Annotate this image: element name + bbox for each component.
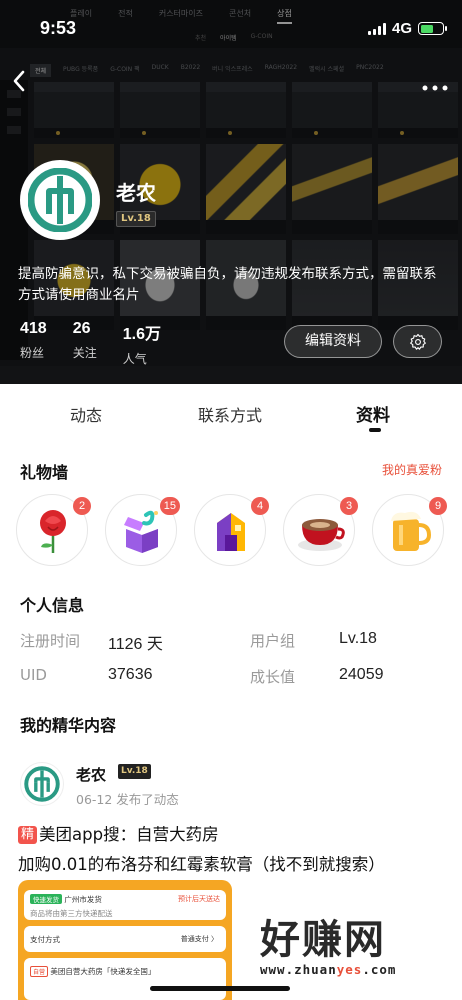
pay-label: 支付方式 [30, 935, 60, 944]
info-label: 成长值 [250, 668, 296, 686]
stat-value: 418 [20, 320, 47, 337]
ship-eta: 预计后天送达 [178, 895, 220, 903]
post-author-level: Lv.18 [118, 764, 151, 779]
post-line: 美团app搜：自营大药房 [39, 825, 219, 844]
gift-count-badge: 4 [251, 497, 269, 515]
active-tab-indicator [369, 428, 381, 432]
gift-item[interactable]: 2 [16, 494, 91, 566]
stat-fans[interactable]: 418 粉丝 [20, 320, 47, 367]
edit-profile-button[interactable]: 编辑资料 [284, 325, 382, 358]
watermark-brand: 好赚网 [260, 917, 386, 963]
battery-icon [418, 22, 447, 35]
bank-logo-icon [28, 168, 92, 232]
profile-header: 플레이 전적 커스터마이즈 콘선처 상점 추천 아이템 G-COIN 전체 PU… [0, 0, 462, 384]
post-content[interactable]: 精美团app搜：自营大药房 加购0.01的布洛芬和红霉素软膏（找不到就搜索） [18, 820, 458, 880]
store-tag: 自营 [30, 966, 49, 977]
profile-stats: 418 粉丝 26 关注 1.6万 人气 [20, 320, 161, 367]
level-badge: Lv.18 [116, 211, 156, 227]
info-label: 用户组 [250, 632, 296, 650]
gift-count-badge: 9 [429, 497, 447, 515]
true-fans-link[interactable]: 我的真爱粉 [382, 461, 442, 478]
game-footer-bar [0, 366, 462, 384]
more-options-icon[interactable] [422, 72, 448, 96]
user-bio: 提高防骗意识，私下交易被骗自负，请勿违规发布联系方式，需留联系方式请使用商业名片 [18, 266, 437, 303]
featured-title: 我的精华内容 [20, 716, 117, 735]
avatar[interactable] [20, 160, 100, 240]
gift-count-badge: 3 [340, 497, 358, 515]
store-name: 美团自营大药房「快递发全国」 [50, 967, 156, 976]
post-author-name[interactable]: 老农 [76, 764, 106, 785]
tab-dynamics[interactable]: 动态 [70, 402, 102, 426]
rose-icon [40, 510, 66, 553]
shipping-card: 快速发货 广州市发货 预计后天送达 商品将由第三方快递配送 [24, 890, 226, 920]
gear-icon [409, 333, 426, 350]
stat-popularity[interactable]: 1.6万 人气 [123, 320, 161, 367]
stat-value: 1.6万 [122, 326, 161, 343]
beer-mug-icon [391, 511, 432, 551]
store-card: 自营 美团自营大药房「快递发全国」 [24, 958, 226, 1000]
home-indicator[interactable] [150, 986, 290, 991]
stat-label: 关注 [72, 346, 97, 360]
ship-note: 商品将由第三方快递配送 [30, 909, 113, 918]
info-value: 1126 天 [108, 636, 163, 653]
tab-profile-info[interactable]: 资料 [356, 401, 390, 426]
info-label: UID [20, 666, 47, 684]
stat-label: 粉丝 [20, 346, 45, 360]
network-type: 4G [391, 20, 412, 37]
stat-value: 26 [72, 320, 91, 337]
post-image[interactable]: 快速发货 广州市发货 预计后天送达 商品将由第三方快递配送 支付方式 普通支付 … [18, 880, 232, 1000]
ship-from: 广州市发货 [64, 895, 102, 904]
gift-count-badge: 15 [159, 497, 180, 515]
pay-value: 普通支付 〉 [180, 935, 218, 943]
post-meta: 06-12 发布了动态 [76, 792, 179, 807]
stat-label: 人气 [122, 352, 147, 366]
gift-count-badge: 2 [73, 497, 91, 515]
gift-wall-title: 礼物墙 [20, 463, 69, 482]
site-watermark: 好赚网 www.zhuanyes.com [260, 918, 450, 977]
tab-contact[interactable]: 联系方式 [198, 402, 262, 426]
post-line: 加购0.01的布洛芬和红霉素软膏（找不到就搜索） [18, 855, 385, 874]
user-name: 老农 [116, 181, 156, 205]
bank-logo-icon [24, 766, 60, 802]
post-author-avatar[interactable] [20, 762, 64, 806]
signal-icon [367, 22, 386, 35]
featured-tag: 精 [18, 826, 38, 844]
settings-button[interactable] [393, 325, 442, 358]
gift-item[interactable]: 4 [194, 494, 269, 566]
castle-icon [217, 513, 245, 551]
payment-card: 支付方式 普通支付 〉 [24, 926, 226, 952]
stat-following[interactable]: 26 关注 [73, 320, 97, 367]
watermark-url: www.zhuanyes.com [260, 962, 397, 977]
gift-box-icon [124, 510, 158, 553]
gift-item[interactable]: 15 [105, 494, 180, 566]
gift-item[interactable]: 9 [372, 494, 447, 566]
status-time: 9:53 [40, 18, 77, 38]
gift-list: 2 15 4 3 9 [16, 494, 462, 566]
info-value: 24059 [339, 666, 384, 683]
back-arrow-icon[interactable] [12, 70, 32, 94]
status-indicators: 4G [367, 20, 447, 37]
ship-tag: 快速发货 [30, 894, 62, 904]
coffee-cup-icon [298, 519, 345, 551]
info-label: 注册时间 [20, 632, 81, 650]
personal-info-title: 个人信息 [20, 596, 85, 615]
info-value: Lv.18 [339, 630, 377, 647]
gift-item[interactable]: 3 [283, 494, 358, 566]
info-value: 37636 [108, 666, 153, 683]
